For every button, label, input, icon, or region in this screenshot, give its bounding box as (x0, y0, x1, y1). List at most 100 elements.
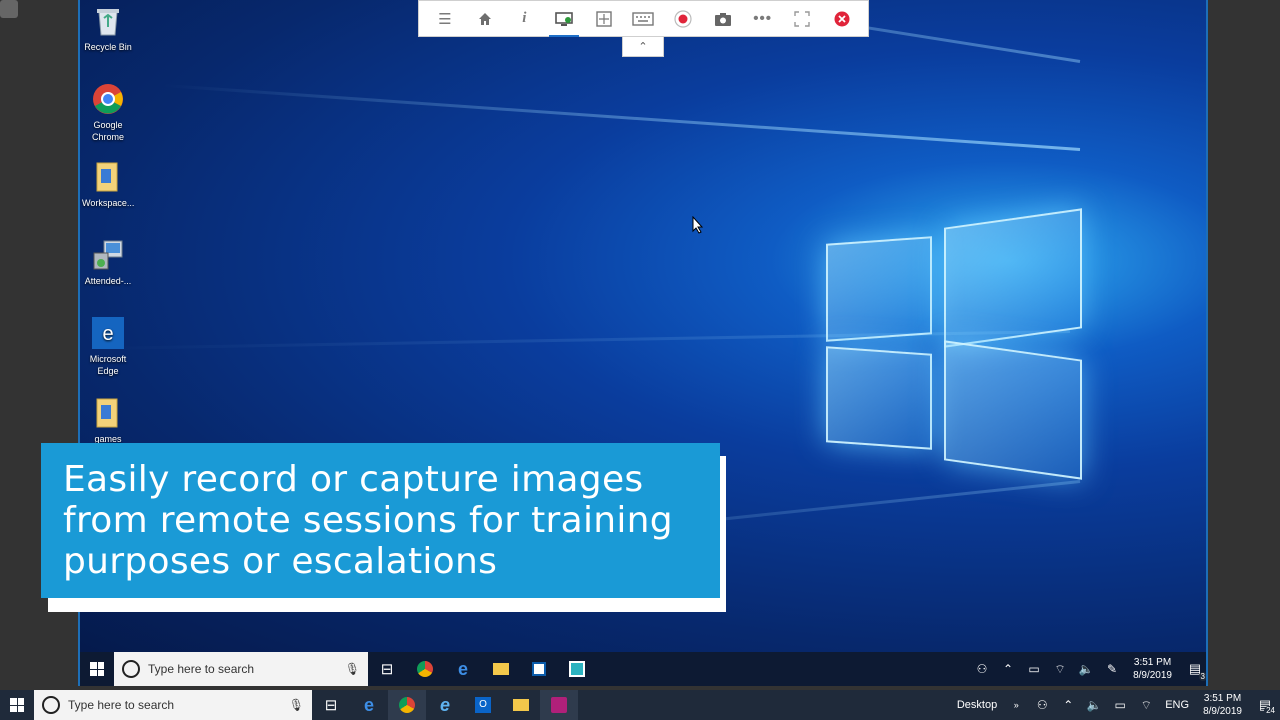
remote-notification-button[interactable]: ▤ 3 (1180, 652, 1206, 686)
remote-taskbar-edge[interactable]: e (444, 652, 482, 686)
chrome-icon (417, 661, 433, 677)
desktop-icon-label: Attended-... (84, 276, 132, 286)
logo-pane (944, 208, 1082, 348)
remote-control-toolbar: ☰ i ••• (418, 0, 869, 37)
chevron-up-icon[interactable]: ⌃ (995, 662, 1021, 676)
host-notification-button[interactable]: ▤ 24 (1250, 690, 1280, 720)
network-icon[interactable]: ⌔ (1047, 662, 1073, 677)
cortana-icon (122, 660, 140, 678)
svg-text:e: e (102, 323, 113, 345)
host-task-view-button[interactable]: ⊟ (312, 690, 350, 720)
microphone-icon[interactable]: 🎙 (345, 662, 360, 676)
remote-taskbar-chrome[interactable] (406, 652, 444, 686)
people-icon[interactable]: ⚇ (1029, 698, 1055, 712)
remote-taskbar-app[interactable] (558, 652, 596, 686)
desktop-icon-recycle-bin[interactable]: Recycle Bin (82, 4, 134, 53)
people-icon[interactable]: ⚇ (969, 662, 995, 676)
host-taskbar-file-explorer[interactable] (502, 690, 540, 720)
double-chevron-icon[interactable]: » (1003, 700, 1029, 710)
host-start-button[interactable] (0, 690, 34, 720)
task-view-icon: ⊟ (380, 661, 394, 678)
cortana-icon (42, 696, 60, 714)
remote-taskbar-file-explorer[interactable] (482, 652, 520, 686)
fullscreen-icon (794, 10, 811, 27)
info-button[interactable]: i (509, 4, 539, 34)
monitor-button[interactable] (549, 4, 580, 37)
host-search-box[interactable]: Type here to search 🎙 (34, 690, 312, 720)
caption-line: Easily record or capture images (63, 459, 644, 500)
folder-icon (92, 396, 124, 430)
desktop-icon-attended[interactable]: Attended-... (82, 238, 134, 287)
host-time: 3:51 PM (1203, 693, 1242, 704)
volume-icon[interactable]: 🔈 (1073, 662, 1099, 676)
host-clock[interactable]: 3:51 PM 8/9/2019 (1195, 692, 1250, 718)
close-session-button[interactable] (827, 4, 857, 34)
mouse-cursor-icon (692, 215, 704, 239)
desktop-icon-microsoft-edge[interactable]: e Microsoft Edge (82, 316, 134, 377)
more-button[interactable]: ••• (748, 4, 778, 34)
remote-time: 3:51 PM (1133, 657, 1172, 668)
desktop-icon-label: Microsoft Edge (89, 354, 127, 376)
remote-notification-count: 3 (1198, 672, 1206, 681)
host-taskbar-remote-app[interactable] (540, 690, 578, 720)
volume-icon[interactable]: 🔈 (1081, 698, 1107, 712)
chevron-up-icon: ⌃ (638, 41, 648, 53)
more-icon: ••• (753, 10, 772, 27)
desktop-icon-google-chrome[interactable]: Google Chrome (82, 82, 134, 143)
record-icon (674, 9, 692, 28)
caption-line: purposes or escalations (63, 541, 498, 582)
fit-screen-icon (596, 10, 612, 27)
chrome-icon (399, 697, 415, 713)
keyboard-icon (632, 11, 655, 26)
edge-icon: e (363, 694, 374, 715)
remote-clock[interactable]: 3:51 PM 8/9/2019 (1125, 656, 1180, 682)
pen-icon[interactable]: ✎ (1099, 662, 1125, 676)
recycle-bin-icon (92, 4, 124, 38)
host-taskbar-chrome[interactable] (388, 690, 426, 720)
record-button[interactable] (668, 4, 698, 34)
host-date: 8/9/2019 (1203, 706, 1242, 717)
microphone-icon[interactable]: 🎙 (289, 698, 304, 712)
remote-start-button[interactable] (80, 652, 114, 686)
battery-icon[interactable]: ▭ (1107, 698, 1133, 712)
remote-system-tray: ⚇ ⌃ ▭ ⌔ 🔈 ✎ 3:51 PM 8/9/2019 ▤ 3 (969, 652, 1206, 686)
store-icon (532, 662, 546, 676)
toolbar-collapse-tab[interactable]: ⌃ (622, 37, 664, 57)
home-button[interactable] (470, 4, 500, 34)
folder-icon (513, 699, 529, 711)
host-taskbar-edge[interactable]: e (350, 690, 388, 720)
folder-icon (92, 160, 124, 194)
remote-search-box[interactable]: Type here to search 🎙 (114, 652, 368, 686)
fit-screen-button[interactable] (589, 4, 619, 34)
remote-task-view-button[interactable]: ⊟ (368, 652, 406, 686)
outlook-icon: O (475, 697, 491, 713)
chevron-up-icon[interactable]: ⌃ (1055, 698, 1081, 712)
desktop-toolbar-label[interactable]: Desktop (951, 699, 1003, 711)
host-notification-count: 24 (1264, 706, 1277, 715)
network-icon[interactable]: ⌔ (1133, 698, 1159, 713)
host-app-icon[interactable] (0, 0, 18, 18)
chrome-icon (92, 82, 124, 116)
close-icon (834, 11, 850, 26)
folder-icon (493, 663, 509, 675)
fullscreen-button[interactable] (787, 4, 817, 34)
host-taskbar-outlook[interactable]: O (464, 690, 502, 720)
info-icon: i (522, 10, 527, 26)
desktop-icon-workspace[interactable]: Workspace... (82, 160, 134, 209)
screenshot-button[interactable] (708, 4, 738, 34)
remote-date: 8/9/2019 (1133, 670, 1172, 681)
host-taskbar-ie[interactable]: e (426, 690, 464, 720)
desktop-icon-label: Google Chrome (91, 120, 124, 142)
windows-start-icon (90, 662, 104, 676)
desktop-icon-games[interactable]: games (82, 396, 134, 445)
remote-taskbar-store[interactable] (520, 652, 558, 686)
desktop-icon-label: Recycle Bin (84, 42, 132, 52)
internet-explorer-icon: e (439, 694, 450, 715)
logo-pane (944, 340, 1082, 480)
language-indicator[interactable]: ENG (1159, 699, 1195, 711)
host-taskbar: Type here to search 🎙 ⊟ e e O Desktop » … (0, 690, 1280, 720)
battery-icon[interactable]: ▭ (1021, 662, 1047, 676)
windows-start-icon (10, 698, 24, 712)
menu-button[interactable]: ☰ (430, 4, 460, 34)
keyboard-button[interactable] (628, 4, 658, 34)
